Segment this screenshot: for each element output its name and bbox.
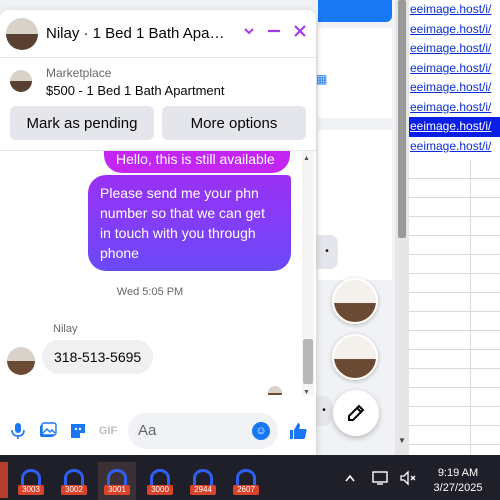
chat-head-avatar[interactable] <box>332 334 378 380</box>
chat-head-avatar[interactable] <box>332 278 378 324</box>
taskbar-badge: 3003 <box>18 485 44 495</box>
close-icon[interactable] <box>292 23 308 44</box>
outgoing-message[interactable]: Please send me your phn number so that w… <box>88 175 291 271</box>
taskbar-app-button[interactable]: 3000 <box>141 455 179 500</box>
more-dots-button-2[interactable]: • <box>316 396 332 426</box>
more-options-button[interactable]: More options <box>162 106 306 140</box>
incoming-message[interactable]: 318-513-5695 <box>42 340 154 374</box>
background-blue-banner <box>318 0 392 22</box>
sticker-icon[interactable] <box>68 421 88 441</box>
microphone-icon[interactable] <box>8 421 28 441</box>
sender-name: Nilay <box>53 323 78 335</box>
chat-header[interactable]: Nilay · 1 Bed 1 Bath Apart… <box>0 10 316 58</box>
taskbar-badge: 2607 <box>233 485 259 495</box>
link-cell[interactable]: eeimage.host/i/ <box>409 0 500 20</box>
background-card <box>318 28 392 118</box>
link-cell-selected[interactable]: eeimage.host/i/ <box>409 117 500 137</box>
more-dots-button[interactable]: • <box>316 235 338 269</box>
message-thread[interactable]: Hello, this is still available Please se… <box>0 150 316 395</box>
volume-muted-icon[interactable] <box>399 455 417 500</box>
link-cell[interactable]: eeimage.host/i/ <box>409 39 500 59</box>
thread-scrollbar-thumb[interactable] <box>303 339 313 384</box>
taskbar-badge: 2944 <box>190 485 216 495</box>
system-clock[interactable]: 9:19 AM 3/27/2025 <box>424 466 492 496</box>
taskbar-badge: 3001 <box>104 485 130 495</box>
scroll-up-arrow-icon[interactable]: ▲ <box>303 155 310 162</box>
marketplace-label: Marketplace <box>46 66 112 80</box>
scroll-down-arrow-icon[interactable]: ▼ <box>395 436 409 450</box>
link-cell[interactable]: eeimage.host/i/ <box>409 98 500 118</box>
like-icon[interactable] <box>288 421 308 441</box>
gif-icon[interactable]: GIF <box>98 421 118 441</box>
network-icon[interactable] <box>372 455 390 500</box>
page-scrollbar-thumb[interactable] <box>398 0 406 238</box>
show-hidden-icons-icon[interactable] <box>344 455 356 500</box>
taskbar-badge: 3000 <box>147 485 173 495</box>
contact-avatar[interactable] <box>6 17 38 50</box>
messenger-chat-window: Nilay · 1 Bed 1 Bath Apart… Marketplace … <box>0 10 316 455</box>
taskbar-badge: 3002 <box>61 485 87 495</box>
listing-thumbnail[interactable] <box>10 70 32 92</box>
link-cell[interactable]: eeimage.host/i/ <box>409 137 500 157</box>
emoji-icon[interactable]: ☺ <box>252 421 270 440</box>
message-composer: GIF Aa ☺ <box>0 406 316 455</box>
taskbar-app-button[interactable]: 2944 <box>184 455 222 500</box>
taskbar-app-button[interactable]: 2607 <box>227 455 265 500</box>
chevron-down-icon[interactable] <box>242 24 256 43</box>
spreadsheet-column-divider <box>470 160 471 455</box>
chat-title[interactable]: Nilay · 1 Bed 1 Bath Apart… <box>46 25 226 42</box>
grid-icon[interactable]: ▦ <box>316 73 327 85</box>
compose-icon <box>348 404 365 421</box>
message-timestamp: Wed 5:05 PM <box>116 286 184 298</box>
message-input-placeholder[interactable]: Aa <box>138 422 252 439</box>
photo-icon[interactable] <box>38 421 58 441</box>
chat-header-actions <box>242 23 308 44</box>
link-cell[interactable]: eeimage.host/i/ <box>409 59 500 79</box>
taskbar-app-button-active[interactable]: 3001 <box>98 462 136 500</box>
sender-avatar[interactable] <box>7 347 35 375</box>
message-input[interactable]: Aa ☺ <box>128 412 278 449</box>
clock-time: 9:19 AM <box>437 467 479 479</box>
clock-date: 3/27/2025 <box>433 482 483 494</box>
scroll-down-arrow-icon[interactable]: ▼ <box>303 389 310 395</box>
mark-as-pending-button[interactable]: Mark as pending <box>10 106 154 140</box>
read-receipt-avatar <box>268 386 282 395</box>
marketplace-banner: Marketplace $500 - 1 Bed 1 Bath Apartmen… <box>0 58 316 154</box>
link-cell[interactable]: eeimage.host/i/ <box>409 20 500 40</box>
link-cell[interactable]: eeimage.host/i/ <box>409 78 500 98</box>
taskbar-app-button[interactable]: 3002 <box>55 455 93 500</box>
outgoing-message[interactable]: Hello, this is still available <box>104 151 290 173</box>
listing-title[interactable]: $500 - 1 Bed 1 Bath Apartment <box>46 83 225 98</box>
minimize-icon[interactable] <box>266 23 282 44</box>
spreadsheet-grid <box>409 160 500 455</box>
new-message-button[interactable] <box>333 390 379 436</box>
taskbar-app-partial[interactable] <box>0 462 8 498</box>
taskbar-app-button[interactable]: 3003 <box>12 455 50 500</box>
